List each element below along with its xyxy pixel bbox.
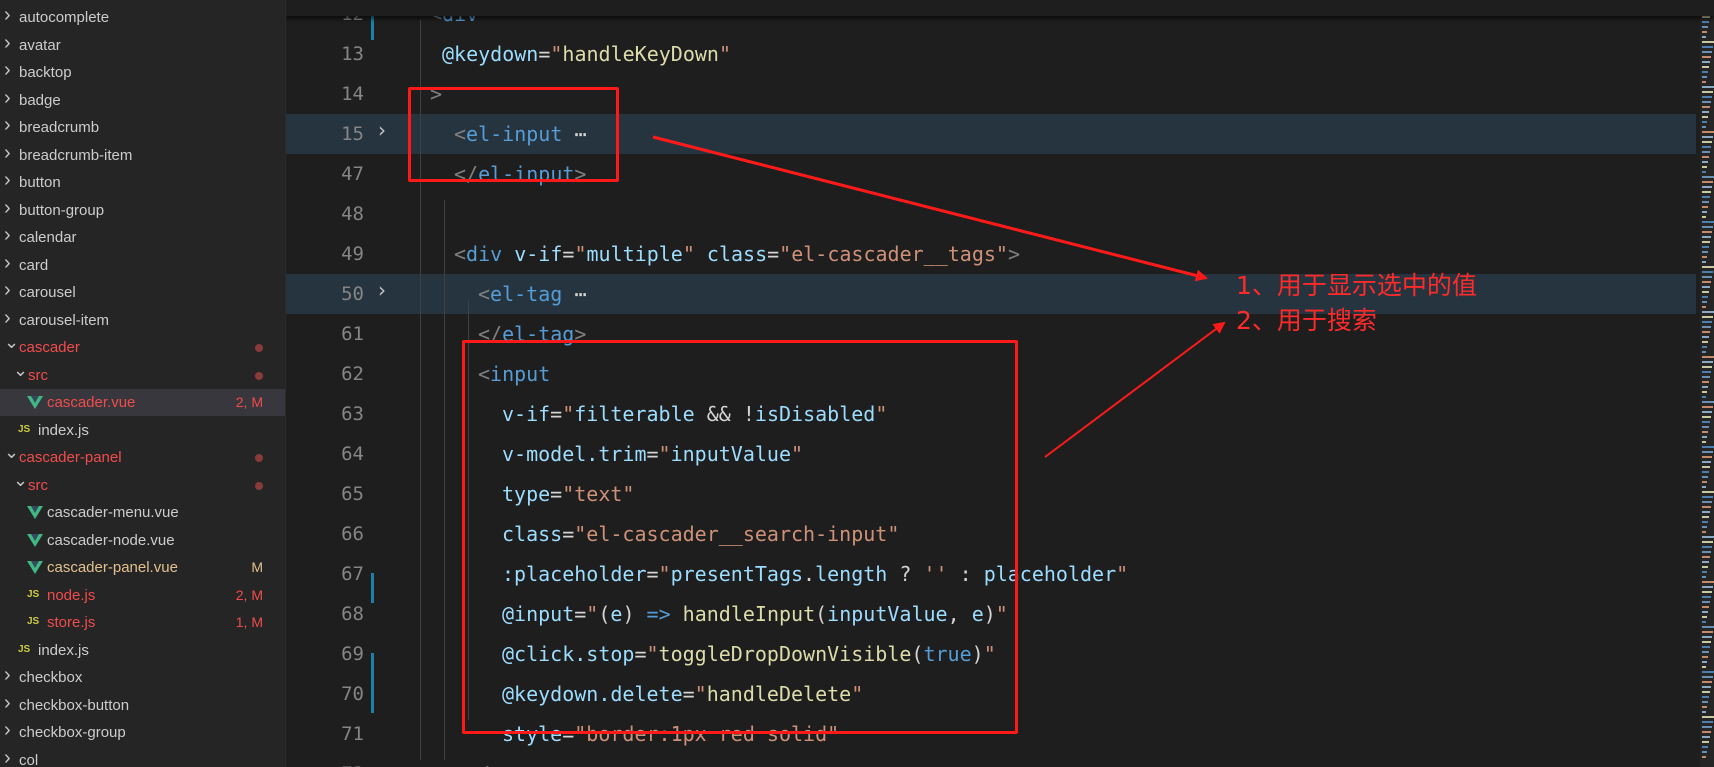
arrow-to-input xyxy=(1044,321,1226,458)
annotation-line-2: 2、用于搜索 xyxy=(1236,306,1377,335)
arrow-to-el-input xyxy=(652,135,1208,282)
annotation-note: 1、用于显示选中的值 2、用于搜索 xyxy=(1236,268,1477,338)
annotation-arrows xyxy=(652,135,1226,458)
annotation-line-1: 1、用于显示选中的值 xyxy=(1236,271,1477,300)
